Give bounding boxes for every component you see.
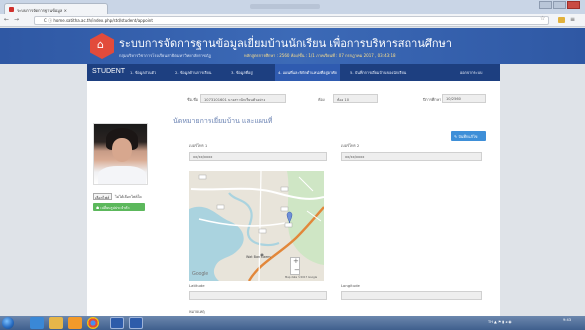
- address-bar[interactable]: C ⓘ home.satitha.ac.th/index.php/std/stu…: [34, 16, 549, 25]
- room-field[interactable]: ห้อง 10: [333, 94, 378, 103]
- taskbar-app-icon[interactable]: [129, 317, 143, 329]
- media-player-icon[interactable]: [68, 317, 82, 329]
- name-label: ชื่อ-ชื่อ: [187, 97, 199, 102]
- nav-item-map[interactable]: 4. แผนที่และพิกัดตำแหน่งที่อยู่อาศัย: [275, 64, 340, 81]
- phone2-label: เบอร์โทร 2: [341, 143, 360, 148]
- nav-brand[interactable]: STUDENT: [92, 68, 125, 75]
- map-zoom-control: + −: [290, 257, 300, 275]
- extension-icon[interactable]: [558, 17, 565, 23]
- nav-item-visit-record[interactable]: 5. บันทึกการเยี่ยมบ้านของนักเรียน: [350, 70, 406, 76]
- main-content: เลือกไฟล์ ไม่ได้เลือกไฟล์ใด ☗ เปลี่ยนรูป…: [87, 81, 500, 330]
- nav-item-address[interactable]: 3. ข้อมูลที่อยู่: [231, 70, 253, 76]
- nav-item-study[interactable]: 2. ข้อมูลด้านการเรียน: [175, 70, 211, 76]
- phone1-label: เบอร์โทร 1: [189, 143, 208, 148]
- forward-arrow-icon[interactable]: →: [14, 16, 19, 23]
- folder-icon[interactable]: [49, 317, 63, 329]
- note-label: หมายเหตุ: [189, 309, 205, 314]
- main-nav: STUDENT 1. ข้อมูลส่วนตัว 2. ข้อมูลด้านกา…: [87, 64, 500, 81]
- minimize-button[interactable]: [539, 1, 552, 9]
- map-attribution: Map data ©2017 Google: [285, 276, 318, 279]
- longitude-label: Longitude: [341, 283, 360, 288]
- google-logo: Google: [192, 271, 209, 277]
- map-road-shield: [198, 174, 207, 180]
- class-field[interactable]: 10/2560: [442, 94, 486, 103]
- browser-menu-icon[interactable]: ≡: [570, 16, 575, 23]
- home-icon: ⌂: [97, 38, 104, 51]
- site-subtitle: กลุ่มบริหารวิชาการโรงเรียนสาธิตมหาวิทยาล…: [119, 53, 212, 58]
- nav-item-logout[interactable]: ออกจากระบบ: [460, 70, 482, 76]
- site-favicon-icon: [9, 7, 14, 12]
- browser-tab[interactable]: ระบบการจัดการฐานข้อมูล ×: [4, 3, 108, 14]
- url-text: C ⓘ home.satitha.ac.th/index.php/std/stu…: [44, 18, 153, 23]
- system-tray[interactable]: TH ▲ ⚑ ▮ ◂ ◉: [488, 320, 512, 324]
- site-title: ระบบการจัดการฐานข้อมูลเยี่ยมบ้านนักเรียน…: [119, 38, 452, 50]
- chrome-icon[interactable]: [87, 317, 99, 329]
- window-controls: [539, 1, 581, 10]
- map-road-shield: [216, 204, 225, 210]
- zoom-out-button[interactable]: −: [294, 267, 300, 274]
- tab-title: ระบบการจัดการฐานข้อมูล ×: [17, 8, 67, 13]
- site-header: ⌂ ระบบการจัดการฐานข้อมูลเยี่ยมบ้านนักเรี…: [0, 28, 585, 64]
- close-window-button[interactable]: [567, 1, 580, 9]
- name-field[interactable]: 1073101601 นางสาวนักเรียนตัวอย่าง: [200, 94, 286, 103]
- latitude-input[interactable]: [189, 291, 327, 300]
- phone1-input[interactable]: xx/xx/xxxx: [189, 152, 327, 161]
- file-status: ไม่ได้เลือกไฟล์ใด: [115, 195, 142, 199]
- home-logo[interactable]: ⌂: [90, 33, 114, 59]
- browser-toolbar: ← → C ⓘ home.satitha.ac.th/index.php/std…: [0, 14, 585, 27]
- map-canvas: [189, 171, 324, 281]
- section-title: นัดหมายการเยี่ยมบ้าน และแผนที่: [173, 118, 273, 125]
- map-road-shield: [258, 228, 267, 234]
- longitude-input[interactable]: [341, 291, 482, 300]
- map-road-shield: [280, 206, 289, 212]
- school-info: หลักสูตรการศึกษา : 2560 ห้อง/ชั้น : 1/1 …: [244, 53, 396, 58]
- location-map[interactable]: Wat Ban Laem + − Google Map data ©2017 G…: [189, 171, 324, 281]
- maximize-button[interactable]: [553, 1, 566, 9]
- start-button[interactable]: [2, 317, 14, 329]
- phone2-input[interactable]: xx/xx/xxxx: [341, 152, 482, 161]
- photo-face: [112, 138, 132, 162]
- bookmark-star-icon[interactable]: ☆: [540, 15, 545, 22]
- latitude-label: Latitude: [189, 283, 205, 288]
- map-road-shield: [280, 186, 289, 192]
- map-place-label: Wat Ban Laem: [246, 255, 271, 259]
- browser-tab-strip: ระบบการจัดการฐานข้อมูล ×: [0, 0, 585, 14]
- zoom-in-button[interactable]: +: [293, 258, 299, 265]
- student-photo: [93, 123, 148, 185]
- internet-explorer-icon[interactable]: [30, 317, 44, 329]
- photo-shirt: [98, 166, 146, 184]
- change-photo-button[interactable]: ☗ เปลี่ยนรูปประจำตัว: [93, 203, 145, 211]
- taskbar-app-icon[interactable]: [110, 317, 124, 329]
- clock[interactable]: 9:43: [563, 318, 571, 322]
- class-label: ปีการศึกษา: [423, 97, 442, 102]
- room-label: ห้อง: [318, 97, 325, 102]
- save-edit-button[interactable]: ✎ บันทึกแก้ไข: [451, 131, 486, 141]
- taskbar: TH ▲ ⚑ ▮ ◂ ◉ 9:43: [0, 316, 585, 330]
- map-road-shield: [284, 222, 293, 228]
- window-title-bar: [250, 4, 320, 9]
- back-arrow-icon[interactable]: ←: [4, 16, 9, 23]
- nav-item-personal[interactable]: 1. ข้อมูลส่วนตัว: [130, 70, 156, 76]
- choose-file-button[interactable]: เลือกไฟล์: [93, 193, 112, 200]
